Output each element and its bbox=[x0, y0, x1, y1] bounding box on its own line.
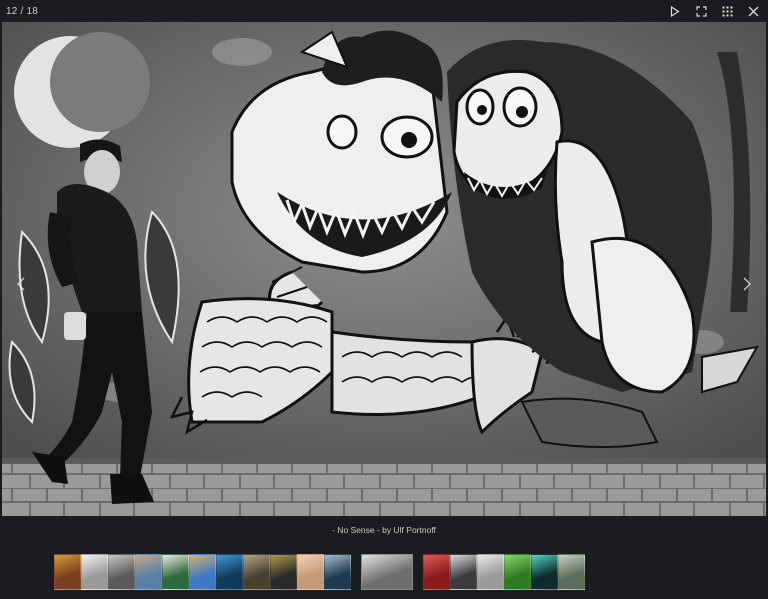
thumbnail[interactable] bbox=[531, 554, 558, 590]
thumbnail-current[interactable] bbox=[361, 554, 413, 590]
photo-graffiti-mural bbox=[2, 12, 766, 516]
image-counter: 12 / 18 bbox=[6, 6, 38, 17]
thumbnail[interactable] bbox=[423, 554, 450, 590]
next-image-arrow-icon[interactable] bbox=[740, 274, 754, 294]
thumbnail[interactable] bbox=[504, 554, 531, 590]
play-icon[interactable] bbox=[664, 3, 686, 19]
thumbnail[interactable] bbox=[81, 554, 108, 590]
thumbnail[interactable] bbox=[297, 554, 324, 590]
thumbnail[interactable] bbox=[558, 554, 585, 590]
thumbnail[interactable] bbox=[450, 554, 477, 590]
thumbnail[interactable] bbox=[477, 554, 504, 590]
thumbnail[interactable] bbox=[54, 554, 81, 590]
toolbar bbox=[664, 3, 764, 19]
fullscreen-icon[interactable] bbox=[690, 3, 712, 19]
thumbnail[interactable] bbox=[108, 554, 135, 590]
thumbnail[interactable] bbox=[135, 554, 162, 590]
thumbnail[interactable] bbox=[243, 554, 270, 590]
previous-image-arrow-icon[interactable] bbox=[14, 274, 28, 294]
grid-icon[interactable] bbox=[716, 3, 738, 19]
main-photo bbox=[2, 12, 766, 516]
image-caption: - No Sense - by Ulf Portnoff bbox=[332, 525, 436, 535]
thumbnail[interactable] bbox=[270, 554, 297, 590]
top-bar: 12 / 18 bbox=[0, 0, 768, 22]
thumbnail[interactable] bbox=[189, 554, 216, 590]
thumbnail[interactable] bbox=[324, 554, 351, 590]
thumbnail-strip bbox=[0, 546, 768, 599]
thumbnail[interactable] bbox=[216, 554, 243, 590]
close-icon[interactable] bbox=[742, 3, 764, 19]
thumbnail[interactable] bbox=[162, 554, 189, 590]
